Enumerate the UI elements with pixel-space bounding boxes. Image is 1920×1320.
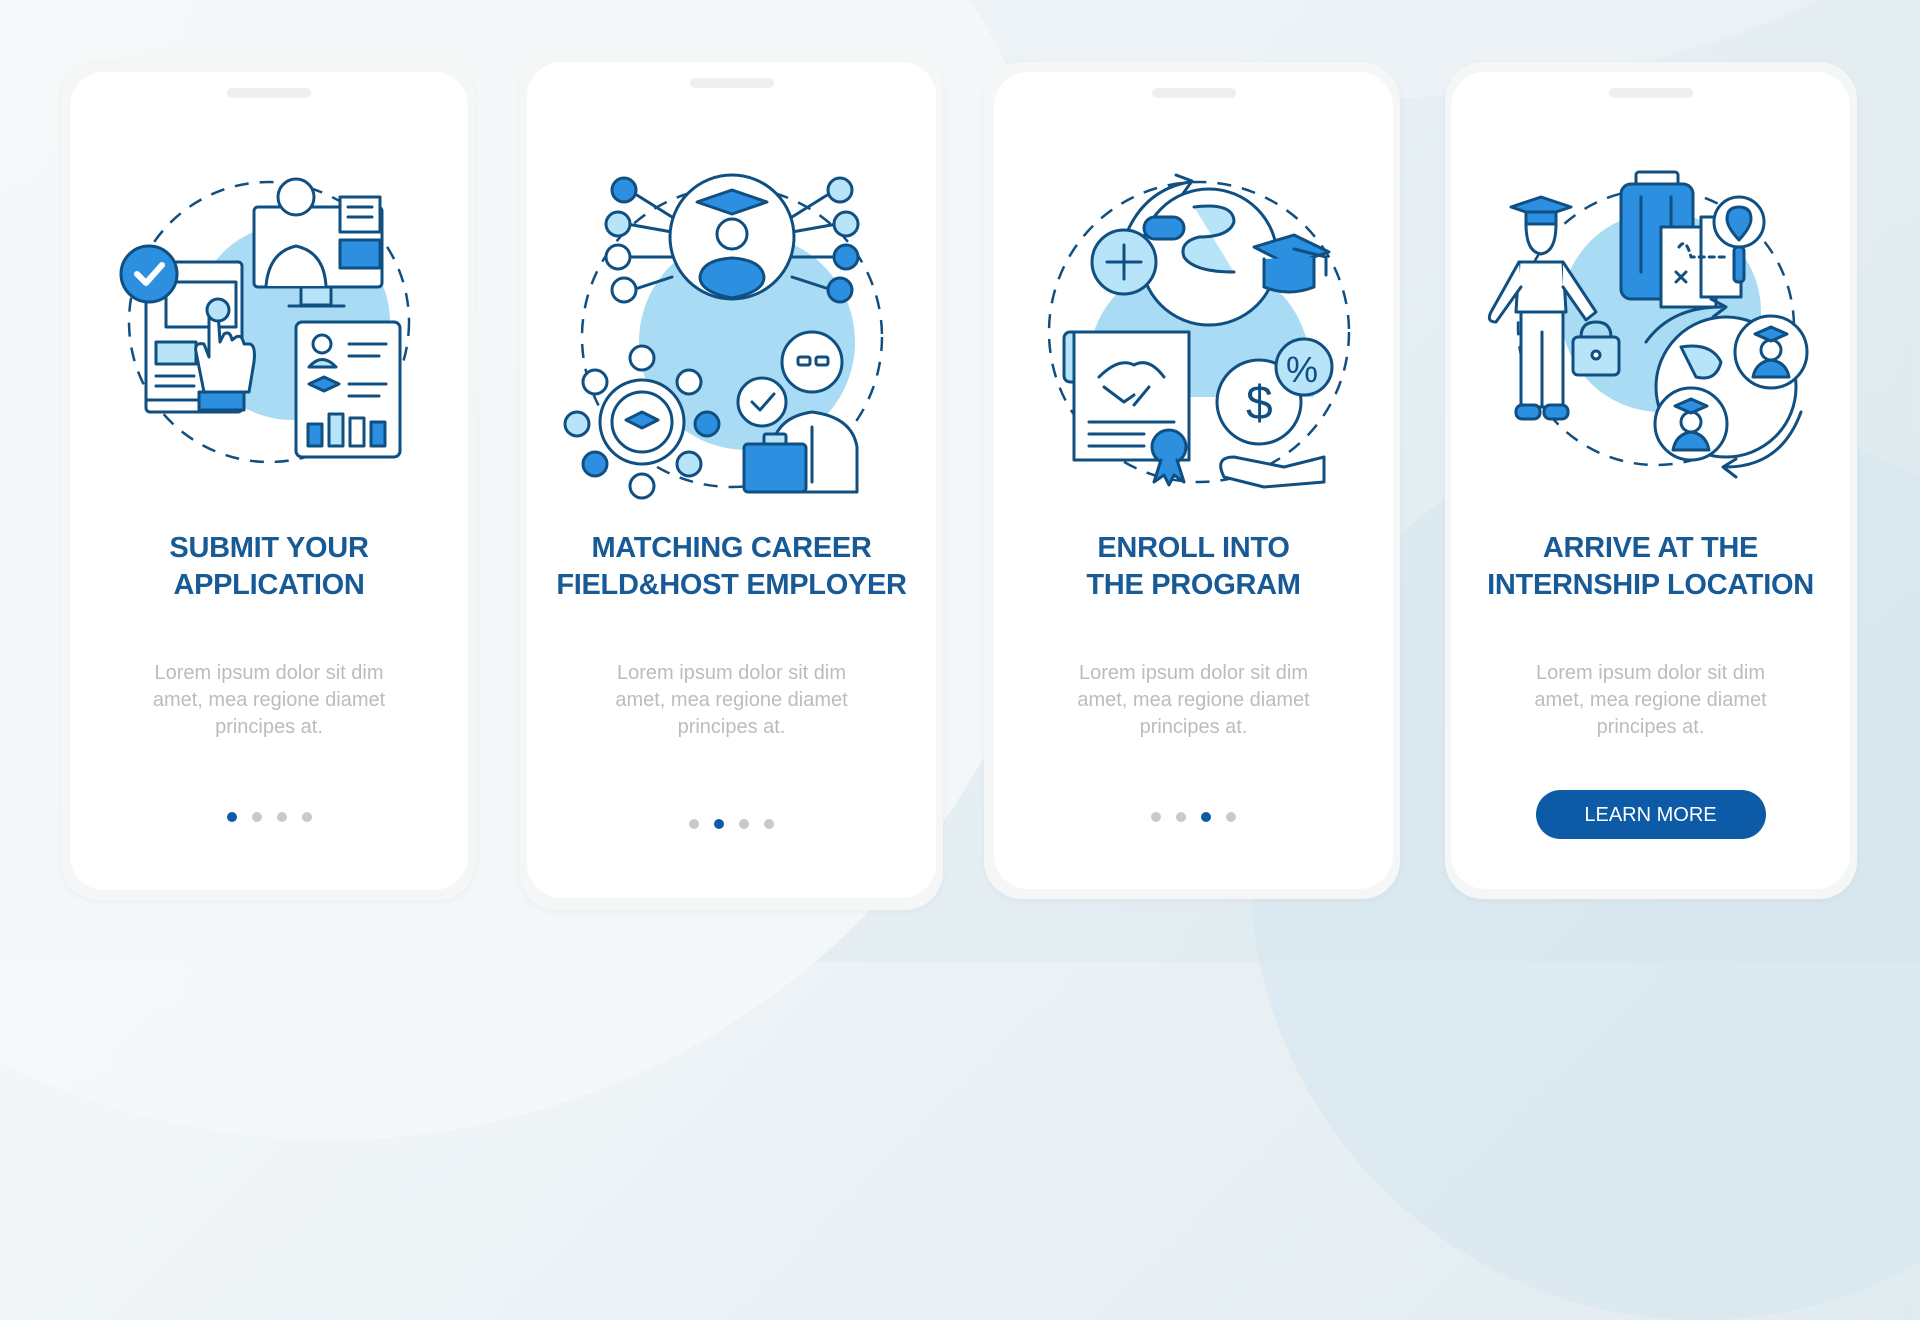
page-dot-3[interactable] — [739, 819, 749, 829]
screen-title-line: THE PROGRAM — [1086, 569, 1301, 601]
learn-more-button[interactable]: LEARN MORE — [1535, 790, 1766, 839]
page-dot-4[interactable] — [301, 812, 312, 822]
svg-text:$: $ — [1246, 377, 1273, 430]
page-dot-2[interactable] — [251, 812, 262, 822]
screen-title-line: SUBMIT YOUR — [169, 532, 369, 564]
onboarding-screen-1: SUBMIT YOUR APPLICATION Lorem ipsum dolo… — [70, 72, 468, 890]
page-dot-1[interactable] — [1151, 812, 1161, 822]
program-enrollment-icon: $ % — [1047, 173, 1350, 489]
description-line: Lorem ipsum dolor sit dim — [1079, 662, 1308, 684]
screen-title: ARRIVE AT THE INTERNSHIP LOCATION — [1451, 530, 1850, 604]
screen-title-line: ARRIVE AT THE — [1542, 532, 1759, 564]
description-line: amet, mea regione diamet — [1077, 689, 1310, 711]
description-line: Lorem ipsum dolor sit dim — [617, 662, 846, 684]
page-dot-4[interactable] — [1226, 812, 1236, 822]
description-line: amet, mea regione diamet — [1534, 689, 1767, 711]
onboarding-screen-4: ARRIVE AT THE INTERNSHIP LOCATION Lorem … — [1451, 72, 1850, 889]
page-dot-3[interactable] — [1201, 812, 1211, 822]
pagination-dots — [994, 812, 1393, 822]
description-line: amet, mea regione diamet — [615, 689, 848, 711]
phone-speaker — [689, 78, 774, 88]
screen-description: Lorem ipsum dolor sit dim amet, mea regi… — [1451, 660, 1850, 741]
page-dot-4[interactable] — [764, 819, 774, 829]
screen-description: Lorem ipsum dolor sit dim amet, mea regi… — [70, 660, 468, 741]
page-dot-1[interactable] — [689, 819, 699, 829]
phone-speaker — [227, 88, 311, 98]
page-dot-2[interactable] — [1176, 812, 1186, 822]
application-submission-icon — [119, 177, 411, 464]
phone-speaker — [1151, 88, 1236, 98]
screen-title-line: INTERNSHIP LOCATION — [1487, 569, 1814, 601]
svg-text:%: % — [1286, 349, 1318, 390]
screen-title-line: APPLICATION — [173, 569, 365, 601]
description-line: principes at. — [1139, 716, 1248, 738]
onboarding-screen-3: $ % ENROLL INTO THE PROGRAM Lorem ipsum … — [994, 72, 1393, 889]
description-line: Lorem ipsum dolor sit dim — [1536, 662, 1765, 684]
description-line: amet, mea regione diamet — [152, 689, 386, 711]
page-dot-3[interactable] — [276, 812, 287, 822]
screen-title: MATCHING CAREER FIELD&HOST EMPLOYER — [527, 530, 936, 604]
screen-description: Lorem ipsum dolor sit dim amet, mea regi… — [994, 660, 1393, 741]
screen-title-line: FIELD&HOST EMPLOYER — [556, 569, 907, 601]
onboarding-screen-2: MATCHING CAREER FIELD&HOST EMPLOYER Lore… — [527, 62, 936, 898]
screen-title-line: MATCHING CAREER — [591, 532, 872, 564]
screen-title: ENROLL INTO THE PROGRAM — [994, 530, 1393, 604]
career-matching-icon — [563, 173, 883, 500]
screen-title-line: ENROLL INTO — [1097, 532, 1290, 564]
screen-title: SUBMIT YOUR APPLICATION — [70, 530, 468, 604]
phone-speaker — [1608, 88, 1693, 98]
page-dot-2[interactable] — [714, 819, 724, 829]
screen-description: Lorem ipsum dolor sit dim amet, mea regi… — [527, 660, 936, 741]
description-line: Lorem ipsum dolor sit dim — [154, 662, 384, 684]
description-line: principes at. — [1596, 716, 1705, 738]
description-line: principes at. — [677, 716, 786, 738]
pagination-dots — [70, 812, 468, 822]
page-dot-1[interactable] — [226, 812, 237, 822]
internship-arrival-icon — [1487, 170, 1808, 479]
pagination-dots — [527, 819, 936, 829]
description-line: principes at. — [215, 716, 323, 738]
